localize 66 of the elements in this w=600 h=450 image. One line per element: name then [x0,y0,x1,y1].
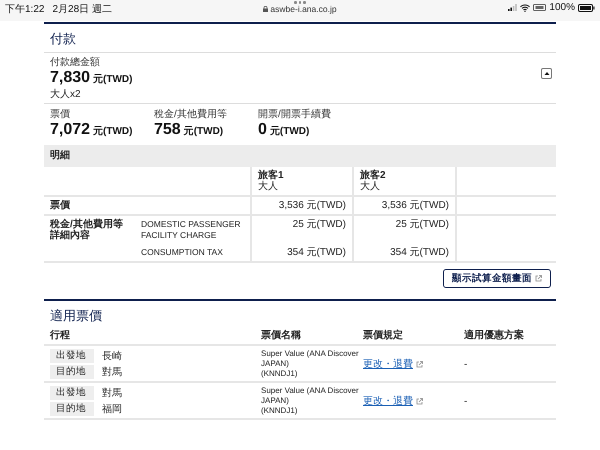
table-cell: 25 元(TWD) [396,219,449,230]
external-link-icon [416,398,423,404]
total-amount: 7,830 [50,69,90,87]
charge-name: DOMESTIC PASSENGER FACILITY CHARGE [141,219,240,240]
fare-code: (KNNDJ1) [261,406,298,416]
passenger-count: 大人x2 [50,89,82,100]
origin-tag: 出發地 [50,349,94,363]
column-header: 票價規定 [362,328,404,343]
wifi-icon [520,4,530,12]
origin-city: 對馬 [102,386,122,400]
currency-label: 元(TWD) [184,125,224,139]
table-cell: 354 元(TWD) [287,247,346,258]
sim-card-icon [533,4,546,11]
collapse-toggle[interactable] [541,68,552,79]
url-text[interactable]: aswbe-i.ana.co.jp [270,4,337,14]
fee-label: 票價 [50,109,71,121]
external-link-icon [535,275,542,282]
column-header: 票價名稱 [260,328,302,343]
table-cell: 3,536 元(TWD) [382,200,449,211]
show-estimate-button[interactable]: 顯示試算金額畫面 [443,269,551,288]
origin-tag: 出發地 [50,386,94,400]
fee-label: 開票/開票手續費 [258,109,332,121]
date-text: 2月28日 週二 [52,3,112,16]
fee-amount: 758 [154,121,181,139]
currency-label: 元(TWD) [270,125,310,139]
lock-icon [263,6,268,12]
origin-city: 長崎 [102,350,122,363]
table-cell: 354 元(TWD) [390,247,449,258]
battery-icon [578,4,595,12]
fee-label: 稅金/其他費用等 [154,109,228,121]
fare-rules-link[interactable]: 更改・退費 [363,357,413,371]
fare-name: Super Value (ANA Discover JAPAN) [261,349,359,369]
total-label: 付款總金額 [50,57,101,69]
clock-time: 下午1:22 [5,3,44,16]
discount-value: - [464,358,468,370]
currency-label: 元(TWD) [93,73,132,87]
table-cell: 3,536 元(TWD) [278,200,346,211]
fare-code: (KNNDJ1) [261,369,298,379]
fare-name: Super Value (ANA Discover JAPAN) [261,386,359,406]
more-icon[interactable] [294,1,306,4]
row-label: 稅金/其他費用等詳細內容 [50,219,124,241]
table-cell: 25 元(TWD) [292,219,346,230]
destination-city: 福岡 [102,402,122,416]
destination-city: 對馬 [102,366,122,379]
destination-tag: 目的地 [50,365,94,379]
row-label: 票價 [50,200,71,211]
passenger-type: 大人 [258,181,279,192]
passenger-type: 大人 [360,181,381,192]
passenger-name: 旅客2 [360,170,387,181]
fee-amount: 0 [258,121,267,139]
fare-rules-link[interactable]: 更改・退費 [363,394,413,408]
charge-name: CONSUMPTION TAX [141,247,223,257]
caret-icon [544,71,550,76]
signal-icon [508,4,518,11]
destination-tag: 目的地 [50,402,94,416]
discount-value: - [464,396,468,406]
section-title: 付款 [44,24,556,53]
external-link-icon [416,360,423,368]
fee-amount: 7,072 [50,121,90,139]
section-title: 適用票價 [49,307,103,325]
passenger-name: 旅客1 [258,170,285,181]
currency-label: 元(TWD) [93,125,132,139]
column-header: 適用優惠方案 [463,328,525,343]
section-header: 明細 [44,145,556,167]
column-header: 行程 [48,328,71,343]
battery-percent: 100% [549,2,575,13]
